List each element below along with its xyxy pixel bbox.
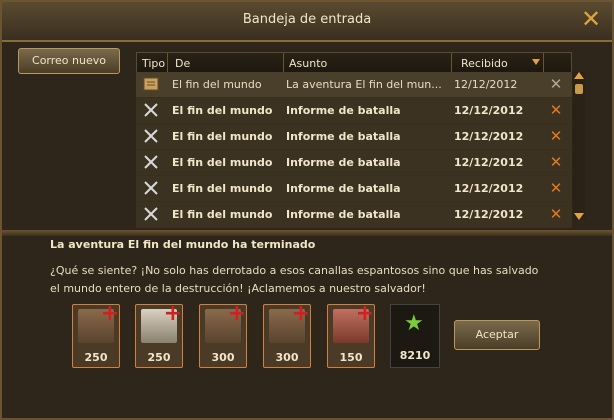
row-from: El fin del mundo	[172, 104, 273, 117]
xp-quantity: 8210	[399, 349, 431, 362]
new-mail-button[interactable]: Correo nuevo	[18, 48, 120, 74]
row-date: 12/12/2012	[454, 182, 524, 195]
swords-icon	[144, 181, 158, 195]
reward-quantity: 150	[339, 351, 363, 364]
reward-item[interactable]: + 300	[199, 301, 247, 368]
scroll-thumb[interactable]	[575, 84, 583, 94]
reward-quantity: 300	[275, 351, 299, 364]
header-de[interactable]: De	[175, 57, 190, 70]
message-line: el mundo entero de la destrucción! ¡Acla…	[50, 282, 426, 295]
table-row[interactable]: El fin del mundo Informe de batalla 12/1…	[136, 150, 572, 176]
header-divider	[283, 53, 284, 73]
close-icon[interactable]: ✕	[580, 7, 602, 31]
row-date: 12/12/2012	[454, 208, 524, 221]
header-asunto[interactable]: Asunto	[289, 57, 327, 70]
scroll-icon	[143, 77, 159, 91]
scroll-up-icon[interactable]	[574, 72, 584, 79]
table-row[interactable]: El fin del mundo Informe de batalla 12/1…	[136, 124, 572, 150]
plus-icon: +	[100, 301, 119, 326]
swords-icon	[144, 129, 158, 143]
title-bar: Bandeja de entrada ✕	[2, 2, 612, 42]
delete-icon[interactable]: ✕	[548, 206, 564, 222]
header-divider	[543, 53, 544, 73]
message-line: ¿Qué se siente? ¡No solo has derrotado a…	[50, 264, 539, 277]
scroll-down-icon[interactable]	[574, 213, 584, 220]
delete-icon[interactable]: ✕	[548, 180, 564, 196]
xp-reward: ★ 8210	[390, 304, 440, 368]
reward-item[interactable]: + 300	[263, 301, 311, 368]
row-subject: Informe de batalla	[286, 208, 401, 221]
row-subject: La aventura El fin del mun...	[286, 78, 442, 91]
row-date: 12/12/2012	[454, 130, 524, 143]
table-header: Tipo De Asunto Recibido	[136, 52, 572, 74]
reward-item[interactable]: + 150	[327, 301, 375, 368]
delete-icon[interactable]: ✕	[548, 128, 564, 144]
scrollbar[interactable]	[573, 72, 585, 220]
table-row[interactable]: El fin del mundo Informe de batalla 12/1…	[136, 176, 572, 202]
header-divider	[451, 53, 452, 73]
reward-item[interactable]: + 250	[72, 301, 120, 368]
row-from: El fin del mundo	[172, 78, 262, 91]
table-row[interactable]: El fin del mundo Informe de batalla 12/1…	[136, 98, 572, 124]
row-from: El fin del mundo	[172, 156, 273, 169]
delete-icon[interactable]: ✕	[548, 154, 564, 170]
mail-table: Tipo De Asunto Recibido El fin del mundo…	[136, 52, 572, 228]
reward-quantity: 250	[147, 351, 171, 364]
plus-icon: +	[355, 301, 374, 326]
header-divider	[167, 53, 168, 73]
mail-rows: El fin del mundo La aventura El fin del …	[136, 72, 572, 228]
reward-quantity: 250	[84, 351, 108, 364]
row-from: El fin del mundo	[172, 130, 273, 143]
star-icon: ★	[404, 311, 424, 336]
delete-icon[interactable]: ✕	[548, 102, 564, 118]
row-subject: Informe de batalla	[286, 130, 401, 143]
row-from: El fin del mundo	[172, 182, 273, 195]
message-title: La aventura El fin del mundo ha terminad…	[50, 238, 316, 251]
header-recibido[interactable]: Recibido	[461, 57, 508, 70]
table-row[interactable]: El fin del mundo Informe de batalla 12/1…	[136, 202, 572, 228]
reward-item[interactable]: + 250	[135, 301, 183, 368]
row-subject: Informe de batalla	[286, 156, 401, 169]
reward-quantity: 300	[211, 351, 235, 364]
row-date: 12/12/2012	[454, 78, 518, 91]
accept-button[interactable]: Aceptar	[454, 320, 540, 350]
plus-icon: +	[291, 301, 310, 326]
plus-icon: +	[163, 301, 182, 326]
window-title: Bandeja de entrada	[242, 12, 372, 27]
swords-icon	[144, 155, 158, 169]
header-tipo[interactable]: Tipo	[142, 57, 165, 70]
inbox-window: Bandeja de entrada ✕ Correo nuevo Tipo D…	[0, 0, 614, 420]
row-date: 12/12/2012	[454, 104, 524, 117]
sort-descending-icon[interactable]	[532, 59, 540, 65]
delete-icon[interactable]: ✕	[548, 76, 564, 92]
plus-icon: +	[227, 301, 246, 326]
table-row[interactable]: El fin del mundo La aventura El fin del …	[136, 72, 572, 98]
row-from: El fin del mundo	[172, 208, 273, 221]
message-body: ¿Qué se siente? ¡No solo has derrotado a…	[50, 262, 570, 298]
row-subject: Informe de batalla	[286, 104, 401, 117]
row-subject: Informe de batalla	[286, 182, 401, 195]
row-date: 12/12/2012	[454, 156, 524, 169]
swords-icon	[144, 103, 158, 117]
swords-icon	[144, 207, 158, 221]
